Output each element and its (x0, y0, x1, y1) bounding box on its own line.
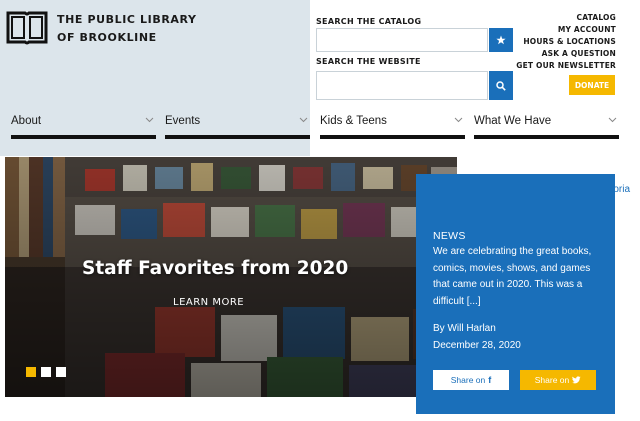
nav-item-label: About (11, 115, 42, 127)
library-name-line2: OF BROOKLINE (57, 31, 157, 44)
share-twitter-label: Share on (534, 375, 570, 385)
catalog-search-input[interactable] (316, 28, 488, 52)
catalog-search-label: SEARCH THE CATALOG (316, 17, 422, 26)
twitter-icon (572, 376, 581, 384)
website-search-label: SEARCH THE WEBSITE (316, 57, 421, 66)
quick-links: CATALOG MY ACCOUNT HOURS & LOCATIONS ASK… (516, 12, 616, 72)
library-name[interactable]: THE PUBLIC LIBRARY OF BROOKLINE (57, 11, 197, 47)
news-author: By Will Harlan (433, 323, 496, 334)
nav-item-label: Events (165, 115, 201, 127)
book-logo-icon[interactable] (6, 10, 48, 46)
catalog-search-button[interactable] (489, 28, 513, 52)
carousel-dot-1[interactable] (26, 367, 36, 377)
nav-item-about[interactable]: About (11, 111, 156, 139)
star-icon (496, 35, 506, 45)
carousel-dot-3[interactable] (56, 367, 66, 377)
nav-item-label: What We Have (474, 115, 552, 127)
news-kicker: NEWS (433, 230, 466, 242)
quick-link-ask-question[interactable]: ASK A QUESTION (516, 48, 616, 60)
chevron-down-icon (299, 117, 308, 123)
chevron-down-icon (608, 117, 617, 123)
nav-item-label: Kids & Teens (320, 115, 387, 127)
share-twitter-button[interactable]: Share on (520, 370, 596, 390)
hero-carousel[interactable]: Staff Favorites from 2020 LEARN MORE (5, 157, 457, 397)
search-icon (496, 80, 506, 91)
quick-link-hours-locations[interactable]: HOURS & LOCATIONS (516, 36, 616, 48)
website-search-button[interactable] (489, 71, 513, 100)
share-facebook-label: Share on (450, 375, 486, 385)
chevron-down-icon (145, 117, 154, 123)
share-facebook-button[interactable]: Share on f (433, 370, 509, 390)
news-summary: We are celebrating the great books, comi… (433, 246, 592, 307)
donate-button[interactable]: DONATE (569, 75, 615, 95)
library-name-line1: THE PUBLIC LIBRARY (57, 13, 197, 26)
nav-item-kids-teens[interactable]: Kids & Teens (320, 111, 465, 139)
hero-title[interactable]: Staff Favorites from 2020 (82, 258, 382, 279)
carousel-dot-2[interactable] (41, 367, 51, 377)
news-date: December 28, 2020 (433, 340, 521, 351)
nav-item-events[interactable]: Events (165, 111, 310, 139)
quick-link-my-account[interactable]: MY ACCOUNT (516, 24, 616, 36)
carousel-dots (26, 367, 66, 377)
learn-more-button[interactable]: LEARN MORE (173, 297, 244, 308)
facebook-icon: f (488, 375, 492, 385)
news-card: NEWS We are celebrating the great books,… (416, 174, 615, 414)
website-search-input[interactable] (316, 71, 488, 100)
chevron-down-icon (454, 117, 463, 123)
quick-link-catalog[interactable]: CATALOG (516, 12, 616, 24)
quick-link-newsletter[interactable]: GET OUR NEWSLETTER (516, 60, 616, 72)
nav-item-what-we-have[interactable]: What We Have (474, 111, 619, 139)
